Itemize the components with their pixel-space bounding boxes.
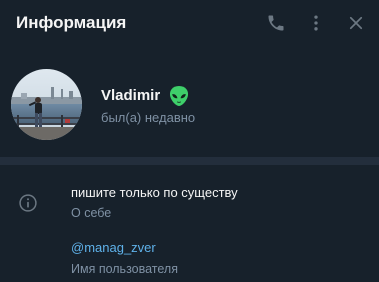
- panel-header: Информация: [0, 0, 379, 48]
- panel-title: Информация: [16, 13, 127, 32]
- bio-text[interactable]: пишите только по существу: [71, 184, 238, 201]
- avatar[interactable]: [11, 69, 82, 140]
- close-button[interactable]: [343, 10, 369, 36]
- profile-name-row: Vladimir: [101, 84, 191, 108]
- call-button[interactable]: [263, 10, 289, 36]
- alien-icon: [167, 84, 191, 108]
- username-link[interactable]: @manag_zver: [71, 239, 156, 256]
- phone-icon: [266, 13, 286, 33]
- username-label: Имя пользователя: [71, 262, 178, 276]
- user-info-panel: Информация Vladimir был(а) недавно пишит…: [0, 0, 379, 282]
- last-seen-status: был(а) недавно: [101, 110, 196, 125]
- more-options-button[interactable]: [303, 10, 329, 36]
- bio-label: О себе: [71, 206, 112, 220]
- close-icon: [347, 14, 365, 32]
- section-divider: [0, 157, 379, 165]
- info-icon: [18, 193, 38, 213]
- profile-name: Vladimir: [101, 87, 161, 104]
- more-vertical-icon: [306, 13, 326, 33]
